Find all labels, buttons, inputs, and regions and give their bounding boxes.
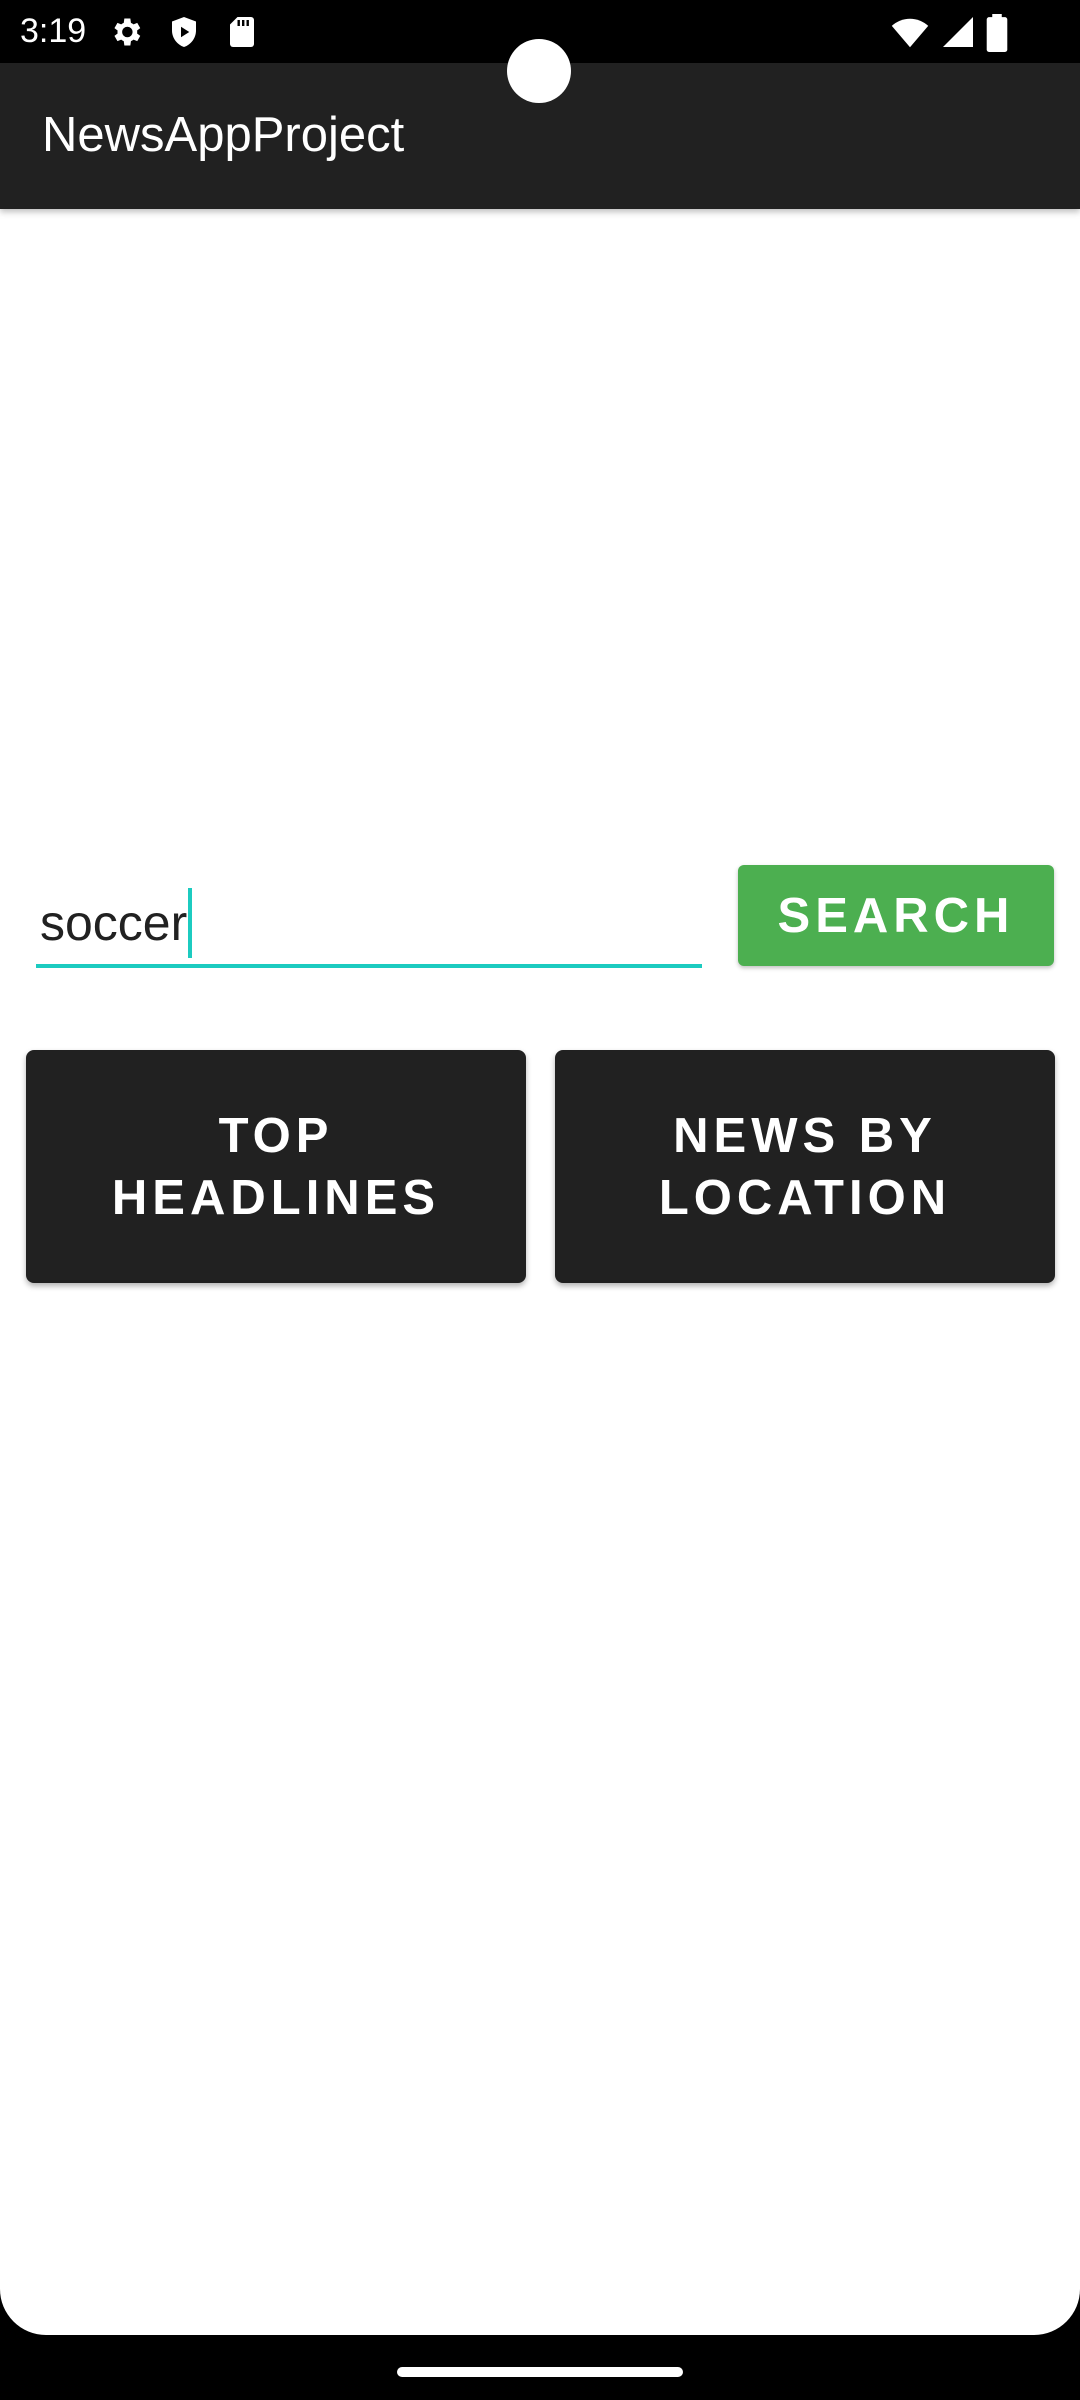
- news-by-location-button-label: NEWS BY LOCATION: [659, 1105, 951, 1229]
- news-by-location-button[interactable]: NEWS BY LOCATION: [555, 1050, 1055, 1283]
- home-indicator[interactable]: [397, 2367, 683, 2377]
- search-input[interactable]: soccer: [36, 872, 702, 968]
- navigation-bar: [0, 2335, 1080, 2400]
- main-content: soccer SEARCH TOP HEADLINES NEWS BY LOCA…: [0, 209, 1080, 2335]
- search-input-text[interactable]: soccer: [40, 888, 193, 958]
- top-headlines-label-line2: HEADLINES: [111, 1170, 441, 1225]
- top-headlines-button[interactable]: TOP HEADLINES: [26, 1050, 526, 1283]
- text-cursor: [188, 888, 193, 958]
- signal-icon: [943, 17, 973, 47]
- shield-play-icon: [172, 17, 196, 47]
- gear-icon: [114, 18, 141, 46]
- search-button-label: SEARCH: [777, 888, 1015, 943]
- battery-icon: [986, 14, 1008, 52]
- top-headlines-button-label: TOP HEADLINES: [112, 1105, 440, 1229]
- search-button[interactable]: SEARCH: [738, 865, 1054, 966]
- camera-cutout: [507, 39, 571, 103]
- search-input-value: soccer: [40, 895, 188, 951]
- top-headlines-label-line1: TOP: [218, 1108, 334, 1163]
- sd-card-icon: [230, 17, 254, 47]
- news-by-location-label-line2: LOCATION: [658, 1170, 952, 1225]
- wifi-icon: [891, 18, 929, 48]
- status-time: 3:19: [20, 12, 87, 50]
- news-by-location-label-line1: NEWS BY: [673, 1108, 937, 1163]
- app-title: NewsAppProject: [42, 108, 405, 162]
